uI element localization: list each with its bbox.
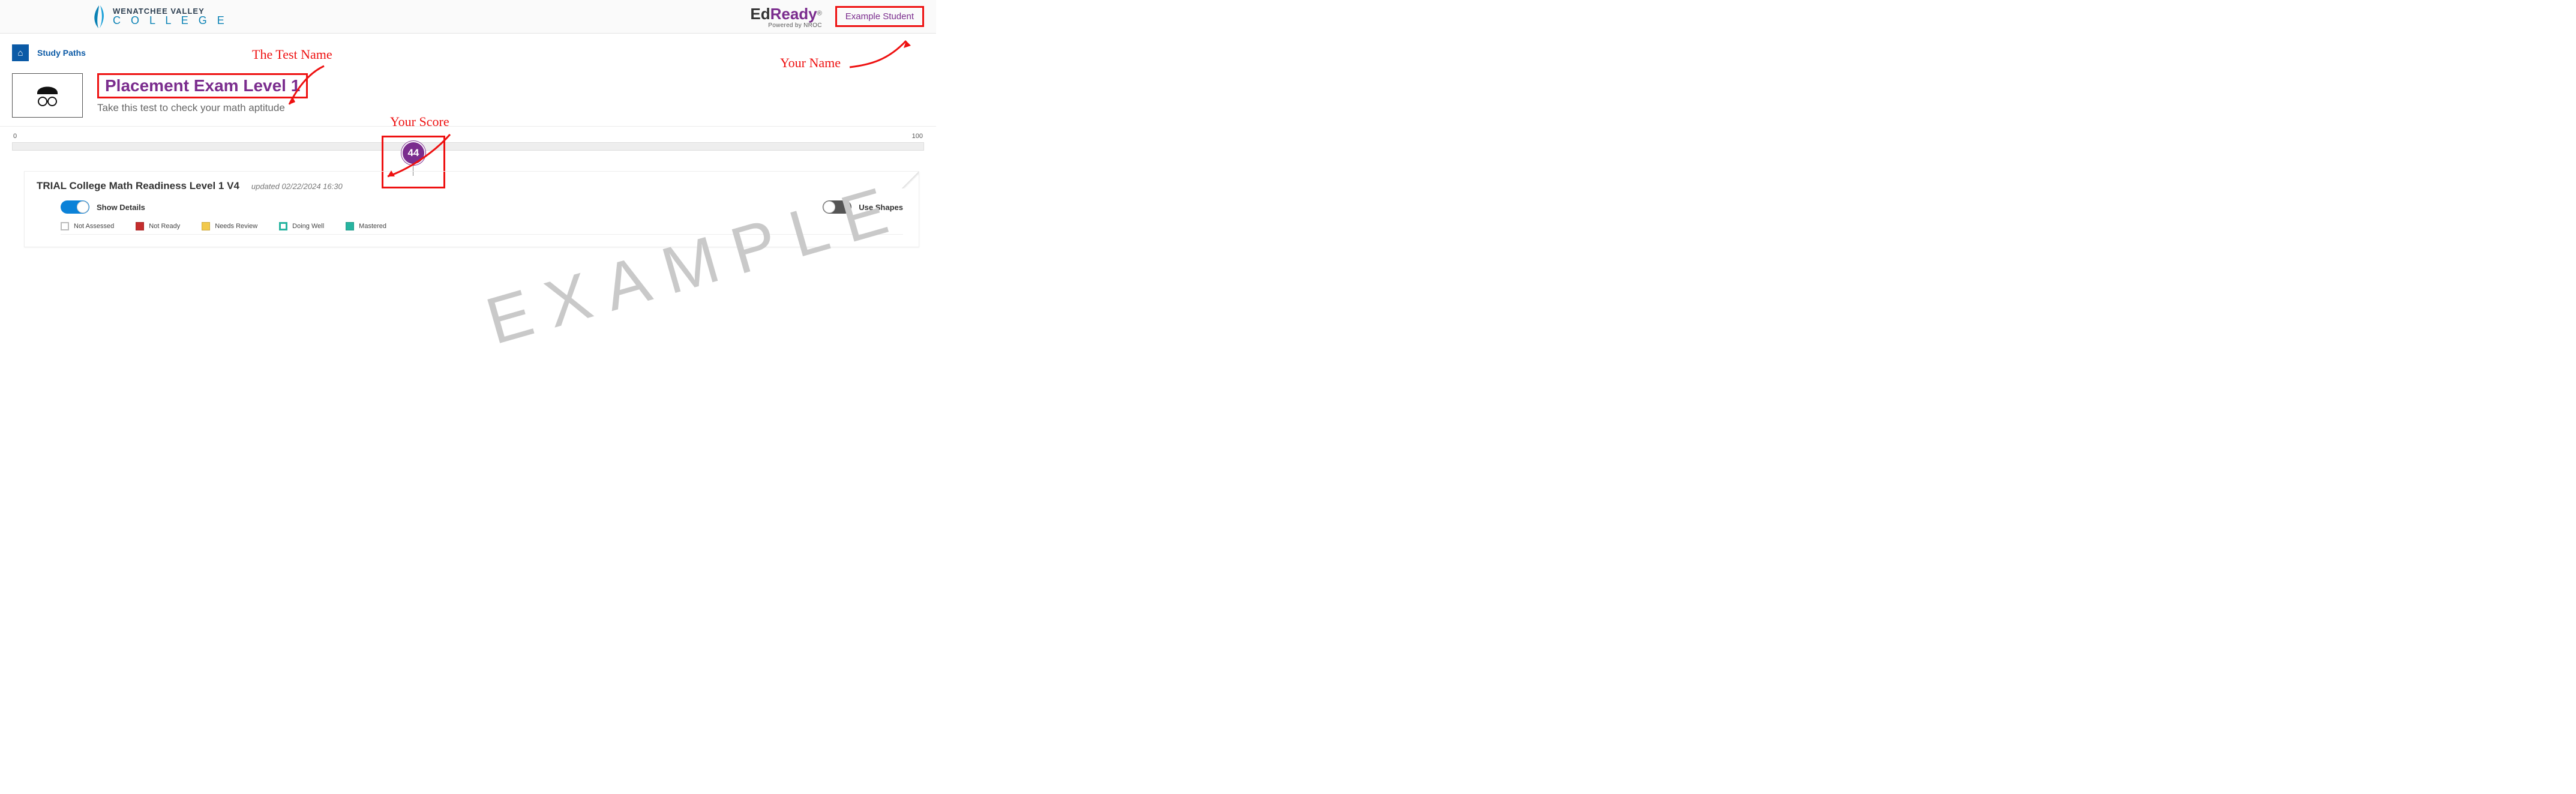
avatar xyxy=(12,73,83,118)
breadcrumb: ⌂ Study Paths xyxy=(0,34,936,67)
legend-needs-review-label: Needs Review xyxy=(215,223,257,230)
legend-doing-well: Doing Well xyxy=(279,222,324,230)
swatch-not-ready-icon xyxy=(136,222,144,230)
exam-subtitle: Take this test to check your math aptitu… xyxy=(97,102,308,114)
study-path-card: TRIAL College Math Readiness Level 1 V4 … xyxy=(24,171,919,247)
card-title: TRIAL College Math Readiness Level 1 V4 xyxy=(37,180,239,192)
scale-min: 0 xyxy=(13,133,17,140)
edready-logo: EdReady® Powered by NROC xyxy=(750,5,821,29)
edready-ed: Ed xyxy=(750,5,770,23)
score-value: 44 xyxy=(401,141,425,165)
show-details-toggle-group: Show Details xyxy=(61,200,145,214)
card-updated: updated 02/22/2024 16:30 xyxy=(251,182,343,191)
edready-subtitle: Powered by NROC xyxy=(750,22,821,29)
use-shapes-toggle-group: Use Shapes xyxy=(823,200,903,214)
show-details-toggle[interactable] xyxy=(61,200,89,214)
registered-icon: ® xyxy=(817,10,822,17)
legend-not-ready: Not Ready xyxy=(136,222,180,230)
use-shapes-toggle[interactable] xyxy=(823,200,851,214)
exam-title: Placement Exam Level 1 xyxy=(97,73,308,98)
legend-not-assessed: Not Assessed xyxy=(61,222,114,230)
legend-mastered-label: Mastered xyxy=(359,223,386,230)
legend-needs-review: Needs Review xyxy=(202,222,257,230)
use-shapes-label: Use Shapes xyxy=(859,203,903,212)
breadcrumb-study-paths[interactable]: Study Paths xyxy=(37,48,86,58)
exam-header-row: Placement Exam Level 1 Take this test to… xyxy=(0,67,936,127)
swatch-doing-well-icon xyxy=(279,222,287,230)
legend-not-ready-label: Not Ready xyxy=(149,223,180,230)
institution-logo: WENATCHEE VALLEY C O L L E G E xyxy=(90,4,228,29)
score-track: 44 xyxy=(12,142,924,151)
edready-ready: Ready xyxy=(770,5,817,23)
legend-not-assessed-label: Not Assessed xyxy=(74,223,114,230)
app-header: WENATCHEE VALLEY C O L L E G E EdReady® … xyxy=(0,0,936,34)
avatar-icon xyxy=(31,82,64,109)
show-details-label: Show Details xyxy=(97,203,145,212)
swatch-mastered-icon xyxy=(346,222,354,230)
score-scale: 0 100 44 xyxy=(0,127,936,167)
home-icon: ⌂ xyxy=(17,48,23,58)
swatch-needs-review-icon xyxy=(202,222,210,230)
legend: Not Assessed Not Ready Needs Review Doin… xyxy=(61,222,903,235)
user-menu[interactable]: Example Student xyxy=(835,6,924,27)
legend-mastered: Mastered xyxy=(346,222,386,230)
wvc-feather-icon xyxy=(90,4,108,29)
legend-doing-well-label: Doing Well xyxy=(292,223,324,230)
institution-name-line2: C O L L E G E xyxy=(113,15,228,26)
scale-max: 100 xyxy=(912,133,923,140)
swatch-not-assessed-icon xyxy=(61,222,69,230)
home-button[interactable]: ⌂ xyxy=(12,44,29,61)
